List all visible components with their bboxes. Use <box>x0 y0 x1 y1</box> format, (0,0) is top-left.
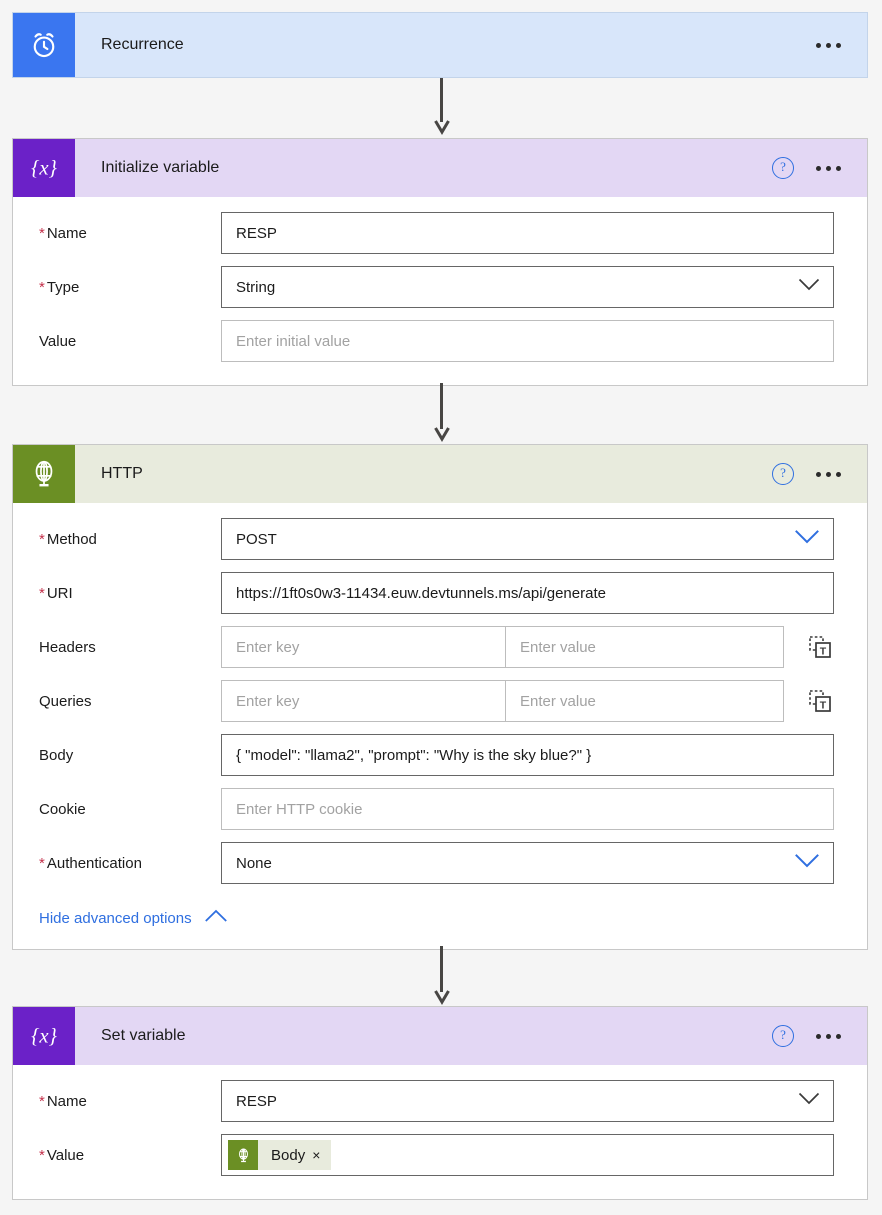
field-label-body: Body <box>39 747 221 764</box>
card-initialize-variable-actions: ? <box>772 157 867 179</box>
variable-braces-icon: {x} <box>13 139 75 197</box>
card-set-variable-title: Set variable <box>75 1027 772 1045</box>
connector-arrow-1 <box>434 78 450 136</box>
set-variable-value-input[interactable]: Body × <box>221 1134 834 1176</box>
field-row-type: *Type <box>13 265 867 309</box>
more-commands-icon[interactable] <box>816 43 841 48</box>
card-set-variable-header[interactable]: {x} Set variable ? <box>13 1007 867 1065</box>
required-asterisk: * <box>39 1093 45 1110</box>
http-queries-key-input[interactable] <box>222 681 506 721</box>
card-set-variable-actions: ? <box>772 1025 867 1047</box>
http-headers-value-input[interactable] <box>506 627 783 667</box>
card-initialize-variable-header[interactable]: {x} Initialize variable ? <box>13 139 867 197</box>
globe-icon <box>228 1140 258 1170</box>
http-uri-input[interactable] <box>221 572 834 614</box>
required-asterisk: * <box>39 585 45 602</box>
card-http-body: *Method *URI <box>13 503 867 949</box>
field-label-method: *Method <box>39 531 221 548</box>
field-label-name: *Name <box>39 225 221 242</box>
token-chip-body[interactable]: Body × <box>228 1140 331 1170</box>
http-method-select[interactable] <box>221 518 834 560</box>
card-http-title: HTTP <box>75 465 772 483</box>
connector-arrow-3 <box>434 946 450 1006</box>
required-asterisk: * <box>39 225 45 242</box>
card-initialize-variable-title: Initialize variable <box>75 159 772 177</box>
field-row-authentication: *Authentication <box>13 841 867 885</box>
card-recurrence-title: Recurrence <box>75 36 816 54</box>
card-http-header[interactable]: HTTP ? <box>13 445 867 503</box>
hide-advanced-options-button[interactable]: Hide advanced options <box>13 895 228 927</box>
required-asterisk: * <box>39 1147 45 1164</box>
svg-text:T: T <box>820 699 827 711</box>
http-queries-keyvalue[interactable] <box>221 680 784 722</box>
field-label-set-value: *Value <box>39 1147 221 1164</box>
field-row-name: *Name <box>13 211 867 255</box>
variable-initial-value-input[interactable] <box>221 320 834 362</box>
field-label-headers: Headers <box>39 639 221 656</box>
field-label-cookie: Cookie <box>39 801 221 818</box>
card-http-actions: ? <box>772 463 867 485</box>
help-icon[interactable]: ? <box>772 157 794 179</box>
switch-to-text-mode-icon[interactable]: T <box>806 689 834 713</box>
field-row-body: Body <box>13 733 867 777</box>
http-headers-keyvalue[interactable] <box>221 626 784 668</box>
connector-arrow-2 <box>434 383 450 443</box>
hide-advanced-options-label: Hide advanced options <box>39 910 192 927</box>
field-row-set-value: *Value <box>13 1133 867 1177</box>
card-recurrence[interactable]: Recurrence <box>12 12 868 78</box>
token-chip-remove-icon[interactable]: × <box>312 1147 331 1163</box>
card-http[interactable]: HTTP ? *Method <box>12 444 868 950</box>
help-icon[interactable]: ? <box>772 1025 794 1047</box>
field-row-cookie: Cookie <box>13 787 867 831</box>
http-queries-value-input[interactable] <box>506 681 783 721</box>
switch-to-text-mode-icon[interactable]: T <box>806 635 834 659</box>
card-initialize-variable[interactable]: {x} Initialize variable ? *Name <box>12 138 868 386</box>
card-initialize-variable-body: *Name *Type <box>13 197 867 385</box>
more-commands-icon[interactable] <box>816 1034 841 1039</box>
field-label-queries: Queries <box>39 693 221 710</box>
http-authentication-select[interactable] <box>221 842 834 884</box>
field-label-value: Value <box>39 333 221 350</box>
http-headers-key-input[interactable] <box>222 627 506 667</box>
help-icon[interactable]: ? <box>772 463 794 485</box>
card-set-variable[interactable]: {x} Set variable ? *Name <box>12 1006 868 1200</box>
required-asterisk: * <box>39 531 45 548</box>
globe-icon <box>13 445 75 503</box>
svg-text:T: T <box>820 645 827 657</box>
card-recurrence-header[interactable]: Recurrence <box>13 13 867 77</box>
variable-braces-icon: {x} <box>13 1007 75 1065</box>
flow-designer-canvas: Recurrence {x} Initialize variable ? <box>0 0 882 1215</box>
card-set-variable-body: *Name *Value <box>13 1065 867 1199</box>
field-row-value: Value <box>13 319 867 363</box>
svg-text:{x}: {x} <box>31 1025 57 1047</box>
variable-type-select[interactable] <box>221 266 834 308</box>
set-variable-name-select[interactable] <box>221 1080 834 1122</box>
svg-text:{x}: {x} <box>31 157 57 179</box>
field-row-set-name: *Name <box>13 1079 867 1123</box>
field-row-headers: Headers T <box>13 625 867 669</box>
field-label-uri: *URI <box>39 585 221 602</box>
required-asterisk: * <box>39 855 45 872</box>
alarm-clock-icon <box>13 13 75 77</box>
field-label-set-name: *Name <box>39 1093 221 1110</box>
chevron-up-icon <box>204 909 228 927</box>
more-commands-icon[interactable] <box>816 472 841 477</box>
card-recurrence-actions <box>816 43 867 48</box>
field-row-uri: *URI <box>13 571 867 615</box>
field-label-type: *Type <box>39 279 221 296</box>
http-cookie-input[interactable] <box>221 788 834 830</box>
more-commands-icon[interactable] <box>816 166 841 171</box>
variable-name-input[interactable] <box>221 212 834 254</box>
field-row-queries: Queries T <box>13 679 867 723</box>
required-asterisk: * <box>39 279 45 296</box>
token-chip-label: Body <box>258 1147 312 1164</box>
field-label-authentication: *Authentication <box>39 855 221 872</box>
field-row-method: *Method <box>13 517 867 561</box>
http-body-input[interactable] <box>221 734 834 776</box>
